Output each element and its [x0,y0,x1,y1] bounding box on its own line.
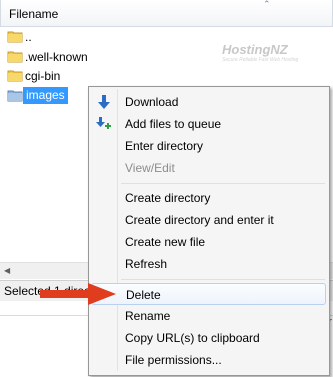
list-item-name: .well-known [25,50,88,64]
menu-item-label: Create new file [125,235,206,249]
folder-icon [7,70,23,82]
menu-item-label: View/Edit [125,161,175,175]
menu-item-label: Delete [126,288,161,302]
menu-item-label: Enter directory [125,139,204,153]
folder-icon [7,31,23,43]
menu-item-label: Create directory and enter it [125,213,274,227]
menu-item-label: Refresh [125,257,168,271]
watermark-logo: HostingNZ [222,42,288,57]
list-item[interactable]: cgi-bin [3,66,323,85]
menu-item-create-new-file[interactable]: Create new file [91,231,326,253]
menu-item-label: Copy URL(s) to clipboard [125,331,260,345]
menu-separator [121,183,325,184]
sort-ascending-icon: ⌃ [263,0,271,9]
menu-item-label: Download [125,95,179,109]
pointer-arrow-annotation [40,283,116,305]
menu-item-create-directory[interactable]: Create directory [91,187,326,209]
folder-icon [7,51,23,63]
menu-item-copy-url[interactable]: Copy URL(s) to clipboard [91,327,326,349]
filename-column-header[interactable]: Filename ⌃ [0,0,333,27]
add-to-queue-icon [96,117,111,129]
menu-item-file-permissions[interactable]: File permissions... [91,349,326,371]
list-item-name: cgi-bin [25,69,61,83]
menu-item-label: File permissions... [125,353,222,367]
menu-item-delete[interactable]: Delete [91,283,326,305]
list-item-name: .. [25,30,32,44]
filename-header-label: Filename [9,7,59,21]
menu-item-create-directory-enter[interactable]: Create directory and enter it [91,209,326,231]
scroll-left-icon[interactable]: ◀ [4,266,10,275]
watermark-tagline: Secure Reliable Fast Web Hosting [222,57,299,63]
menu-item-label: Add files to queue [125,117,222,131]
list-item-name: images [23,87,68,104]
menu-item-enter-directory[interactable]: Enter directory [91,135,326,157]
menu-item-view-edit: View/Edit [91,157,326,179]
menu-item-label: Rename [125,309,171,323]
menu-item-download[interactable]: Download [91,91,326,113]
menu-separator [121,279,325,280]
remote-file-panel: Filename ⌃ .. .well-known cgi-bin images… [0,0,333,377]
context-menu: Download Add files to queue Enter direct… [88,86,330,376]
folder-icon [7,90,23,102]
menu-item-rename[interactable]: Rename [91,305,326,327]
menu-item-add-to-queue[interactable]: Add files to queue [91,113,326,135]
download-arrow-icon [98,95,110,109]
menu-item-refresh[interactable]: Refresh [91,253,326,275]
menu-item-label: Create directory [125,191,211,205]
